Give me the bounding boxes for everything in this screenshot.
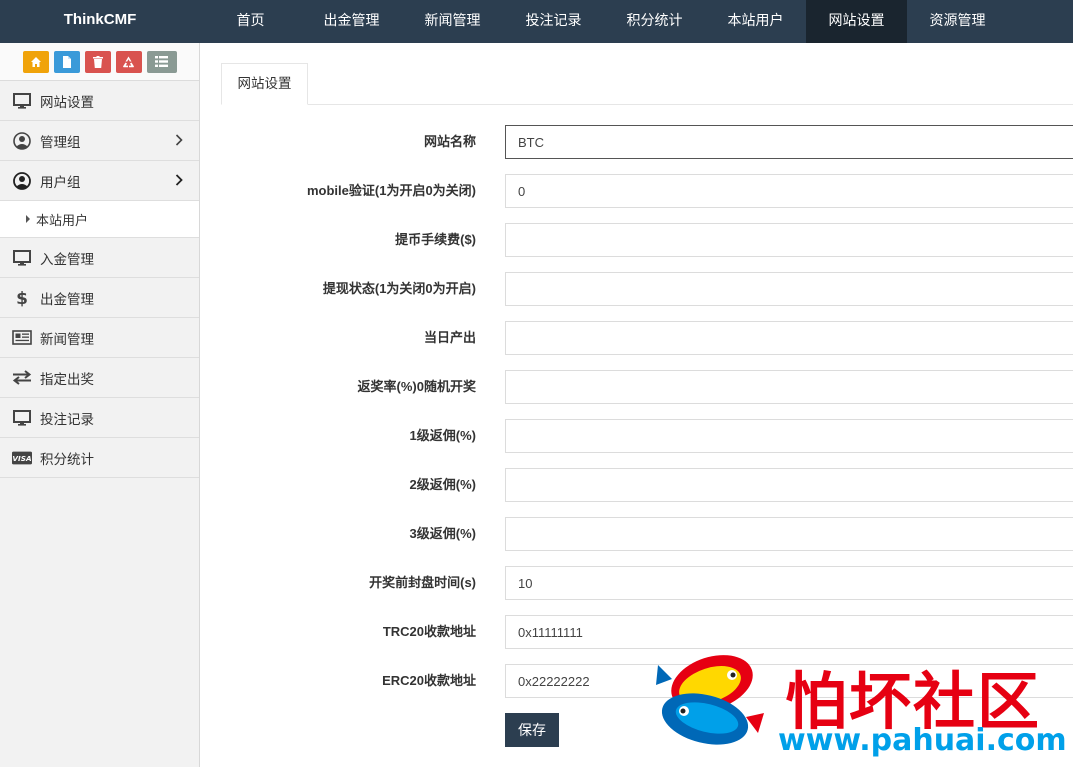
field-label: 开奖前封盘时间(s) bbox=[369, 575, 476, 590]
field-label: ERC20收款地址 bbox=[382, 673, 476, 688]
nav-withdraw-management[interactable]: 出金管理 bbox=[301, 0, 402, 43]
sidebar-subitem-site-users[interactable]: 本站用户 bbox=[0, 201, 199, 238]
sidebar-item-withdraw-management[interactable]: $ 出金管理 bbox=[0, 278, 199, 318]
sidebar-item-admin-group[interactable]: 管理组 bbox=[0, 121, 199, 161]
tab-bar: 网站设置 bbox=[221, 63, 1073, 105]
trash-shortcut-button[interactable] bbox=[84, 50, 111, 73]
withdraw-fee-input[interactable] bbox=[505, 223, 1073, 257]
site-name-input[interactable] bbox=[505, 125, 1073, 159]
fish-logo-icon bbox=[656, 655, 764, 745]
watermark: 怕坏社区 www.pahuai.com bbox=[650, 645, 1070, 760]
form-row: 提币手续费($) bbox=[201, 223, 1073, 257]
level3-commission-input[interactable] bbox=[505, 517, 1073, 551]
user-circle-icon bbox=[12, 131, 32, 151]
sidebar-item-label: 投注记录 bbox=[40, 411, 94, 427]
chevron-right-icon bbox=[175, 134, 183, 146]
nav-resource-management[interactable]: 资源管理 bbox=[907, 0, 1008, 43]
nav-home[interactable]: 首页 bbox=[200, 0, 301, 43]
nav-site-settings[interactable]: 网站设置 bbox=[806, 0, 907, 43]
recycle-shortcut-button[interactable] bbox=[115, 50, 142, 73]
svg-text:$: $ bbox=[16, 289, 28, 307]
home-shortcut-button[interactable] bbox=[22, 50, 49, 73]
sidebar-item-label: 用户组 bbox=[40, 174, 81, 190]
withdraw-status-input[interactable] bbox=[505, 272, 1073, 306]
nav-points-stats[interactable]: 积分统计 bbox=[604, 0, 705, 43]
sidebar-item-assign-prize[interactable]: 指定出奖 bbox=[0, 358, 199, 398]
field-label: TRC20收款地址 bbox=[382, 624, 476, 639]
field-label: 2级返佣(%) bbox=[409, 477, 476, 492]
list-icon bbox=[155, 56, 168, 67]
sidebar-item-label: 入金管理 bbox=[40, 251, 94, 267]
nav-bet-records[interactable]: 投注记录 bbox=[503, 0, 604, 43]
close-time-input[interactable] bbox=[505, 566, 1073, 600]
field-label: 1级返佣(%) bbox=[409, 428, 476, 443]
home-icon bbox=[30, 56, 41, 67]
field-label: 提现状态(1为关闭0为开启) bbox=[322, 281, 476, 296]
form-row: 网站名称 bbox=[201, 125, 1073, 159]
form-row: mobile验证(1为开启0为关闭) bbox=[201, 174, 1073, 208]
top-navbar: ThinkCMF 首页 出金管理 新闻管理 投注记录 积分统计 本站用户 网站设… bbox=[0, 0, 1073, 43]
file-icon bbox=[62, 55, 71, 68]
sidebar-item-label: 出金管理 bbox=[40, 291, 94, 307]
sidebar-item-points-stats[interactable]: VISA 积分统计 bbox=[0, 438, 199, 478]
brand-logo[interactable]: ThinkCMF bbox=[0, 0, 200, 43]
sidebar-item-label: 管理组 bbox=[40, 134, 81, 150]
watermark-url: www.pahuai.com bbox=[778, 723, 1067, 758]
monitor-icon bbox=[12, 408, 32, 428]
file-shortcut-button[interactable] bbox=[53, 50, 80, 73]
form-row: 3级返佣(%) bbox=[201, 517, 1073, 551]
level2-commission-input[interactable] bbox=[505, 468, 1073, 502]
svg-text:VISA: VISA bbox=[12, 454, 32, 463]
trc20-address-input[interactable] bbox=[505, 615, 1073, 649]
sidebar-item-bet-records[interactable]: 投注记录 bbox=[0, 398, 199, 438]
sidebar-item-label: 网站设置 bbox=[40, 94, 94, 110]
field-label: 提币手续费($) bbox=[395, 232, 476, 247]
sidebar-item-news-management[interactable]: 新闻管理 bbox=[0, 318, 199, 358]
form-row: TRC20收款地址 bbox=[201, 615, 1073, 649]
nav-news-management[interactable]: 新闻管理 bbox=[402, 0, 503, 43]
monitor-icon bbox=[12, 248, 32, 268]
monitor-icon bbox=[12, 91, 32, 111]
visa-icon: VISA bbox=[12, 448, 32, 468]
field-label: mobile验证(1为开启0为关闭) bbox=[306, 183, 476, 198]
field-label: 当日产出 bbox=[423, 330, 476, 345]
field-label: 网站名称 bbox=[423, 134, 476, 149]
exchange-icon bbox=[12, 368, 32, 388]
payout-rate-input[interactable] bbox=[505, 370, 1073, 404]
sidebar-item-label: 积分统计 bbox=[40, 451, 94, 467]
list-shortcut-button[interactable] bbox=[146, 50, 177, 73]
form-row: 当日产出 bbox=[201, 321, 1073, 355]
dollar-icon: $ bbox=[12, 288, 32, 308]
sidebar-item-label: 新闻管理 bbox=[40, 331, 94, 347]
sidebar-item-label: 本站用户 bbox=[36, 212, 89, 228]
shortcut-bar bbox=[0, 43, 199, 81]
mobile-verify-input[interactable] bbox=[505, 174, 1073, 208]
level1-commission-input[interactable] bbox=[505, 419, 1073, 453]
recycle-icon bbox=[123, 56, 134, 67]
trash-icon bbox=[92, 55, 103, 68]
chevron-right-icon bbox=[175, 174, 183, 186]
form-row: 返奖率(%)0随机开奖 bbox=[201, 370, 1073, 404]
nav-site-users[interactable]: 本站用户 bbox=[705, 0, 806, 43]
sidebar-item-user-group[interactable]: 用户组 bbox=[0, 161, 199, 201]
sidebar-item-site-settings[interactable]: 网站设置 bbox=[0, 81, 199, 121]
sidebar: 网站设置 管理组 用户组 本站用户 入金管理 $ 出金管理 新闻管理 指定出奖 … bbox=[0, 43, 200, 767]
save-button[interactable]: 保存 bbox=[505, 713, 559, 747]
field-label: 返奖率(%)0随机开奖 bbox=[357, 379, 476, 394]
daily-output-input[interactable] bbox=[505, 321, 1073, 355]
form-row: 开奖前封盘时间(s) bbox=[201, 566, 1073, 600]
caret-right-icon bbox=[26, 215, 30, 223]
form-row: 1级返佣(%) bbox=[201, 419, 1073, 453]
top-nav: 首页 出金管理 新闻管理 投注记录 积分统计 本站用户 网站设置 资源管理 bbox=[200, 0, 1008, 43]
sidebar-item-deposit-management[interactable]: 入金管理 bbox=[0, 238, 199, 278]
newspaper-icon bbox=[12, 328, 32, 348]
sidebar-item-label: 指定出奖 bbox=[40, 371, 94, 387]
field-label: 3级返佣(%) bbox=[409, 526, 476, 541]
form-row: 2级返佣(%) bbox=[201, 468, 1073, 502]
tab-site-settings[interactable]: 网站设置 bbox=[221, 63, 308, 105]
form-row: 提现状态(1为关闭0为开启) bbox=[201, 272, 1073, 306]
user-circle-icon bbox=[12, 171, 32, 191]
